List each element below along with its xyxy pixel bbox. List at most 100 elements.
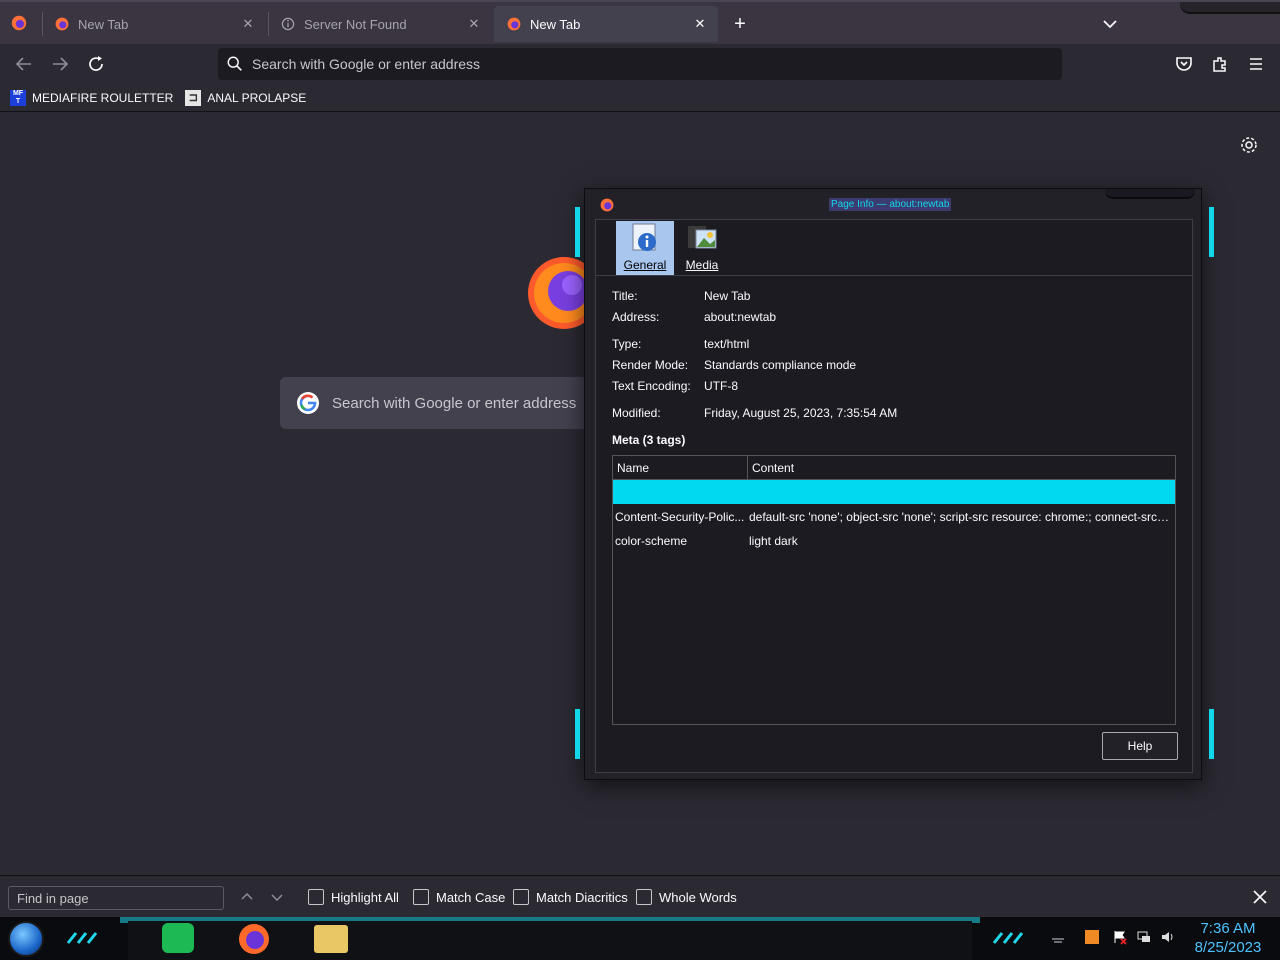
whole-words-checkbox[interactable]: Whole Words <box>636 889 737 905</box>
file-explorer-icon[interactable] <box>314 925 348 953</box>
bookmark-mediafire[interactable]: MF T MEDIAFIRE ROULETTER <box>10 89 174 106</box>
network-icon[interactable] <box>1136 929 1152 945</box>
checkbox-box[interactable] <box>636 889 652 905</box>
find-bar: Highlight All Match Case Match Diacritic… <box>0 875 1280 917</box>
close-icon[interactable]: ✕ <box>466 16 482 32</box>
checkbox-box[interactable] <box>413 889 429 905</box>
find-next-icon[interactable] <box>268 888 286 906</box>
dialog-body: General Media Title: New Tab Address: ab… <box>595 219 1193 773</box>
column-header-content[interactable]: Content <box>752 461 794 475</box>
close-icon[interactable] <box>1251 888 1269 906</box>
table-row[interactable]: color-scheme light dark <box>613 530 1175 552</box>
start-button[interactable] <box>8 921 44 957</box>
tab-strip: New Tab ✕ Server Not Found ✕ New Tab ✕ + <box>0 0 1280 44</box>
meta-name-cell: Content-Security-Polic... <box>615 510 745 524</box>
render-value: Standards compliance mode <box>704 358 857 372</box>
gear-icon[interactable] <box>1239 135 1259 155</box>
google-icon <box>297 392 319 414</box>
tab-newtab-1[interactable]: New Tab ✕ <box>42 6 266 42</box>
firefox-icon <box>600 198 614 212</box>
meta-content-cell: light dark <box>749 534 798 548</box>
dialog-decoration <box>1209 709 1214 759</box>
meta-table[interactable]: Name Content Content-Security-Polic... d… <box>612 455 1176 725</box>
volume-icon[interactable] <box>1160 929 1176 945</box>
bookmark-page-icon: ⊐ <box>185 89 202 106</box>
info-address-row: Address: about:newtab <box>612 310 776 324</box>
app-tray-icon[interactable] <box>1084 929 1100 945</box>
dialog-titlebar[interactable]: Page Info — about:newtab <box>585 189 1201 219</box>
clock-date: 8/25/2023 <box>1194 939 1262 956</box>
reload-icon[interactable] <box>84 52 108 76</box>
info-encoding-row: Text Encoding: UTF-8 <box>612 379 738 393</box>
new-tab-button[interactable]: + <box>728 12 752 36</box>
tab-title: Server Not Found <box>304 16 407 32</box>
info-title-row: Title: New Tab <box>612 289 750 303</box>
firefox-menu-icon[interactable] <box>10 14 28 32</box>
address-input[interactable] <box>252 56 1032 72</box>
help-button[interactable]: Help <box>1102 732 1178 760</box>
show-hidden-icons-icon[interactable] <box>1050 929 1066 945</box>
dialog-tab-bar: General Media <box>596 220 1192 276</box>
meta-content-cell: default-src 'none'; object-src 'none'; s… <box>749 510 1169 524</box>
firefox-icon[interactable] <box>236 921 272 957</box>
search-icon <box>227 56 242 71</box>
checkbox-box[interactable] <box>308 889 324 905</box>
bookmark-second[interactable]: ⊐ ANAL PROLAPSE <box>185 89 306 106</box>
firefox-icon <box>55 17 69 31</box>
extensions-icon[interactable] <box>1208 52 1232 76</box>
address-value: about:newtab <box>704 310 777 324</box>
bookmark-label: MEDIAFIRE ROULETTER <box>32 90 174 105</box>
match-diacritics-checkbox[interactable]: Match Diacritics <box>513 889 628 905</box>
modified-label: Modified: <box>612 406 661 420</box>
system-clock[interactable]: 7:36 AM 8/25/2023 <box>1186 919 1270 957</box>
tab-label: General <box>623 258 667 272</box>
firefox-icon <box>507 17 521 31</box>
tab-title: New Tab <box>78 16 129 32</box>
close-icon[interactable]: ✕ <box>240 16 256 32</box>
window-decoration <box>1180 2 1280 14</box>
nav-bar <box>0 44 1280 84</box>
action-center-icon[interactable] <box>1112 929 1128 945</box>
info-render-row: Render Mode: Standards compliance mode <box>612 358 856 372</box>
column-header-name[interactable]: Name <box>617 461 649 475</box>
find-input[interactable] <box>8 886 224 910</box>
taskbar-decoration-icon <box>992 932 1024 944</box>
meta-heading: Meta (3 tags) <box>612 433 686 447</box>
dialog-decoration <box>1105 189 1195 199</box>
spotify-icon[interactable] <box>162 923 194 953</box>
table-row[interactable]: Content-Security-Polic... default-src 'n… <box>613 506 1175 528</box>
mediafire-icon: MF T <box>10 89 26 106</box>
match-case-checkbox[interactable]: Match Case <box>413 889 505 905</box>
tab-server-not-found[interactable]: Server Not Found ✕ <box>268 6 492 42</box>
dialog-decoration <box>575 207 580 257</box>
highlight-all-checkbox[interactable]: Highlight All <box>308 889 399 905</box>
newtab-search-box[interactable]: Search with Google or enter address <box>280 377 600 429</box>
menu-icon[interactable] <box>1244 52 1268 76</box>
table-row-selected[interactable] <box>613 480 1175 504</box>
pocket-icon[interactable] <box>1172 52 1196 76</box>
encoding-value: UTF-8 <box>704 379 738 393</box>
dialog-decoration <box>1209 207 1214 257</box>
forward-icon[interactable] <box>48 52 72 76</box>
newtab-search-placeholder: Search with Google or enter address <box>332 394 577 412</box>
taskbar: 7:36 AM 8/25/2023 <box>0 917 1280 960</box>
tab-newtab-2[interactable]: New Tab ✕ <box>494 6 718 42</box>
checkbox-box[interactable] <box>513 889 529 905</box>
back-icon[interactable] <box>12 52 36 76</box>
dialog-decoration <box>575 709 580 759</box>
checkbox-label: Match Diacritics <box>536 889 628 905</box>
close-icon[interactable]: ✕ <box>692 16 708 32</box>
render-label: Render Mode: <box>612 358 689 372</box>
checkbox-label: Highlight All <box>331 889 399 905</box>
modified-value: Friday, August 25, 2023, 7:35:54 AM <box>704 406 898 420</box>
tab-general[interactable]: General <box>616 221 674 275</box>
info-modified-row: Modified: Friday, August 25, 2023, 7:35:… <box>612 406 897 420</box>
dialog-title: Page Info — about:newtab <box>829 198 952 211</box>
tab-media[interactable]: Media <box>673 221 731 275</box>
title-value: New Tab <box>704 289 751 303</box>
address-bar[interactable] <box>218 48 1062 80</box>
find-previous-icon[interactable] <box>238 888 256 906</box>
chevron-down-icon[interactable] <box>1098 12 1122 36</box>
info-icon <box>281 17 295 31</box>
type-label: Type: <box>612 337 642 351</box>
